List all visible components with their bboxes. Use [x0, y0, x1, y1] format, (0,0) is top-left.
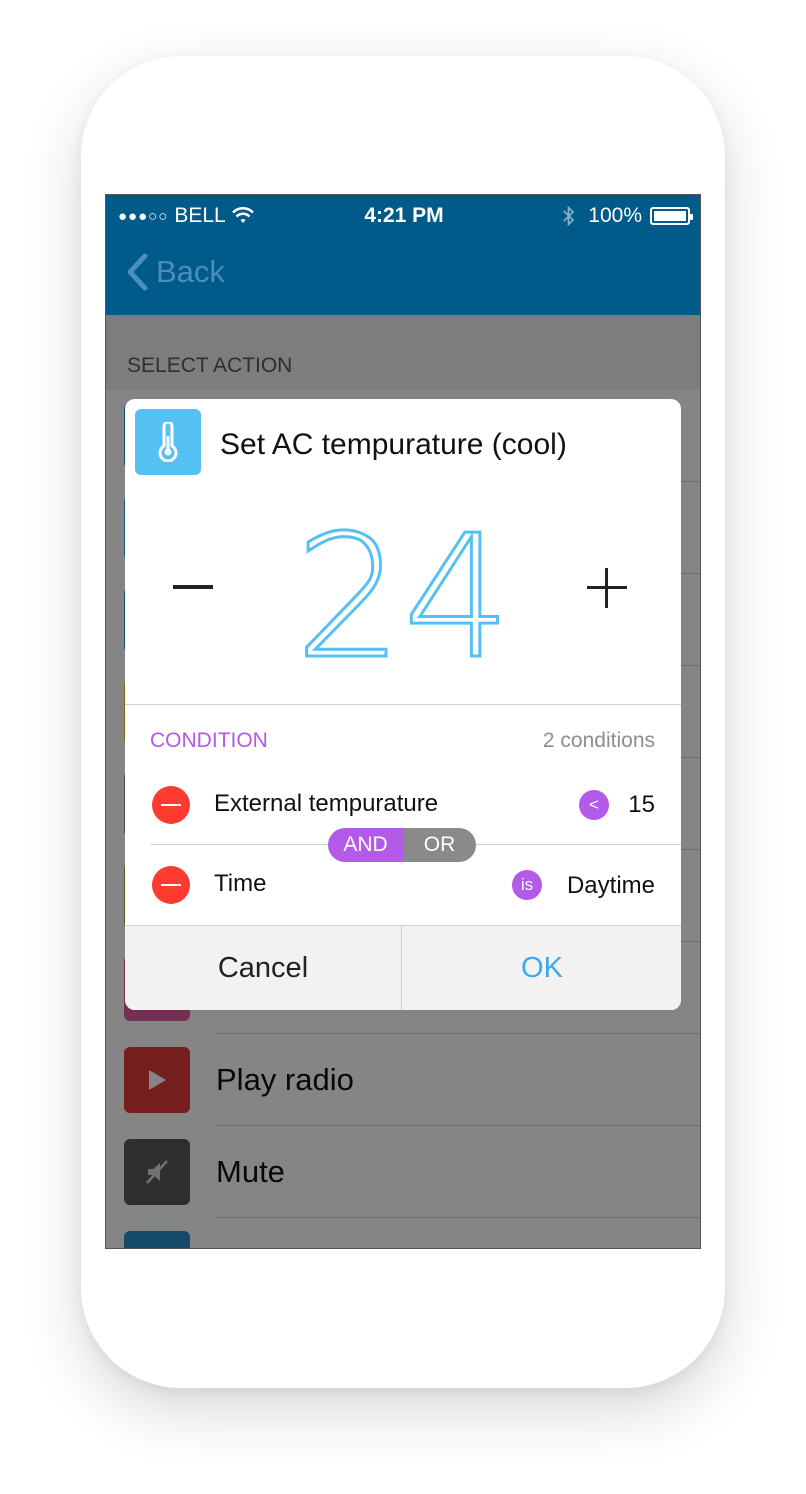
logic-toggle[interactable]: AND OR	[328, 828, 476, 862]
back-label: Back	[156, 254, 225, 289]
phone-screen: ●●●○○ BELL 4:21 PM 100% Back SELECT ACTI…	[105, 194, 701, 1249]
navigation-bar: Back	[106, 235, 700, 315]
and-option[interactable]: AND	[328, 828, 403, 862]
condition-name: Time	[214, 870, 267, 897]
condition-header: CONDITION	[150, 729, 268, 752]
condition-name: External tempurature	[214, 790, 439, 817]
status-bar: ●●●○○ BELL 4:21 PM 100%	[106, 195, 700, 235]
condition-count: 2 conditions	[542, 729, 655, 752]
condition-value[interactable]: Daytime	[567, 872, 655, 900]
back-button[interactable]: Back	[126, 253, 225, 291]
dialog-title: Set AC tempurature (cool)	[220, 428, 567, 461]
battery-percent: 100%	[588, 204, 642, 227]
remove-condition-button[interactable]	[152, 786, 190, 824]
bluetooth-icon	[563, 205, 575, 227]
remove-condition-button[interactable]	[152, 866, 190, 904]
divider	[125, 704, 681, 705]
condition-operator[interactable]: is	[512, 870, 542, 900]
set-action-dialog: Set AC tempurature (cool) 24 CONDITION 2…	[125, 399, 681, 1010]
condition-operator[interactable]: <	[579, 790, 609, 820]
increase-button[interactable]	[587, 568, 627, 608]
dialog-footer: Cancel OK	[125, 925, 681, 1010]
thermometer-icon	[135, 409, 201, 475]
battery-icon	[650, 207, 693, 225]
chevron-left-icon	[127, 253, 148, 291]
ok-button[interactable]: OK	[403, 926, 681, 1010]
cancel-button[interactable]: Cancel	[125, 926, 402, 1010]
condition-value[interactable]: 15	[628, 791, 655, 819]
or-option[interactable]: OR	[403, 828, 476, 862]
